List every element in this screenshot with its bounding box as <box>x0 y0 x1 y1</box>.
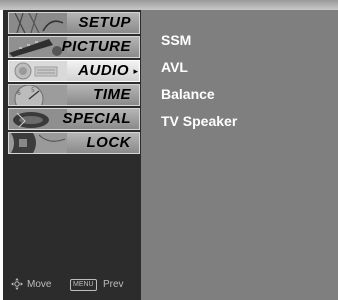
lock-icon <box>9 133 67 153</box>
submenu-item-balance[interactable]: Balance <box>161 86 215 102</box>
footer-hints: Move MENU Prev <box>8 276 140 294</box>
svg-text:5: 5 <box>31 87 35 94</box>
menu-item-label: SPECIAL <box>62 110 131 127</box>
submenu-item-tv-speaker[interactable]: TV Speaker <box>161 113 237 129</box>
menu-item-label: LOCK <box>86 134 131 151</box>
menu-item-audio[interactable]: AUDIO ▸ <box>8 60 140 82</box>
top-frame-bar <box>0 0 338 10</box>
clock-icon: 6 5 <box>9 85 67 105</box>
prev-hint-label: Prev <box>103 279 124 290</box>
move-hint-label: Move <box>27 279 52 290</box>
main-menu-sidebar: SETUP PICTURE AUDIO ▸ 6 5 TIME SPECIAL L… <box>3 10 141 300</box>
menu-item-picture[interactable]: PICTURE <box>8 36 140 58</box>
menu-item-label: AUDIO <box>78 62 129 79</box>
menu-item-time[interactable]: 6 5 TIME <box>8 84 140 106</box>
osd-menu-window: SETUP PICTURE AUDIO ▸ 6 5 TIME SPECIAL L… <box>3 10 338 300</box>
submenu-item-avl[interactable]: AVL <box>161 59 188 75</box>
speaker-icon <box>9 61 67 81</box>
menu-item-label: TIME <box>93 86 131 103</box>
navigation-cross-icon <box>11 278 23 290</box>
menu-key-badge: MENU <box>70 279 97 291</box>
menu-item-label: PICTURE <box>61 38 131 55</box>
menu-item-lock[interactable]: LOCK <box>8 132 140 154</box>
chevron-right-icon: ▸ <box>133 66 138 76</box>
satellite-dish-icon <box>9 13 67 33</box>
menu-item-special[interactable]: SPECIAL <box>8 108 140 130</box>
menu-item-label: SETUP <box>78 14 131 31</box>
film-reel-icon <box>9 37 67 57</box>
audio-submenu-panel: SSM AVL Balance TV Speaker <box>141 10 338 300</box>
svg-text:6: 6 <box>17 90 21 97</box>
menu-item-setup[interactable]: SETUP <box>8 12 140 34</box>
submenu-item-ssm[interactable]: SSM <box>161 32 191 48</box>
special-icon <box>9 109 67 129</box>
